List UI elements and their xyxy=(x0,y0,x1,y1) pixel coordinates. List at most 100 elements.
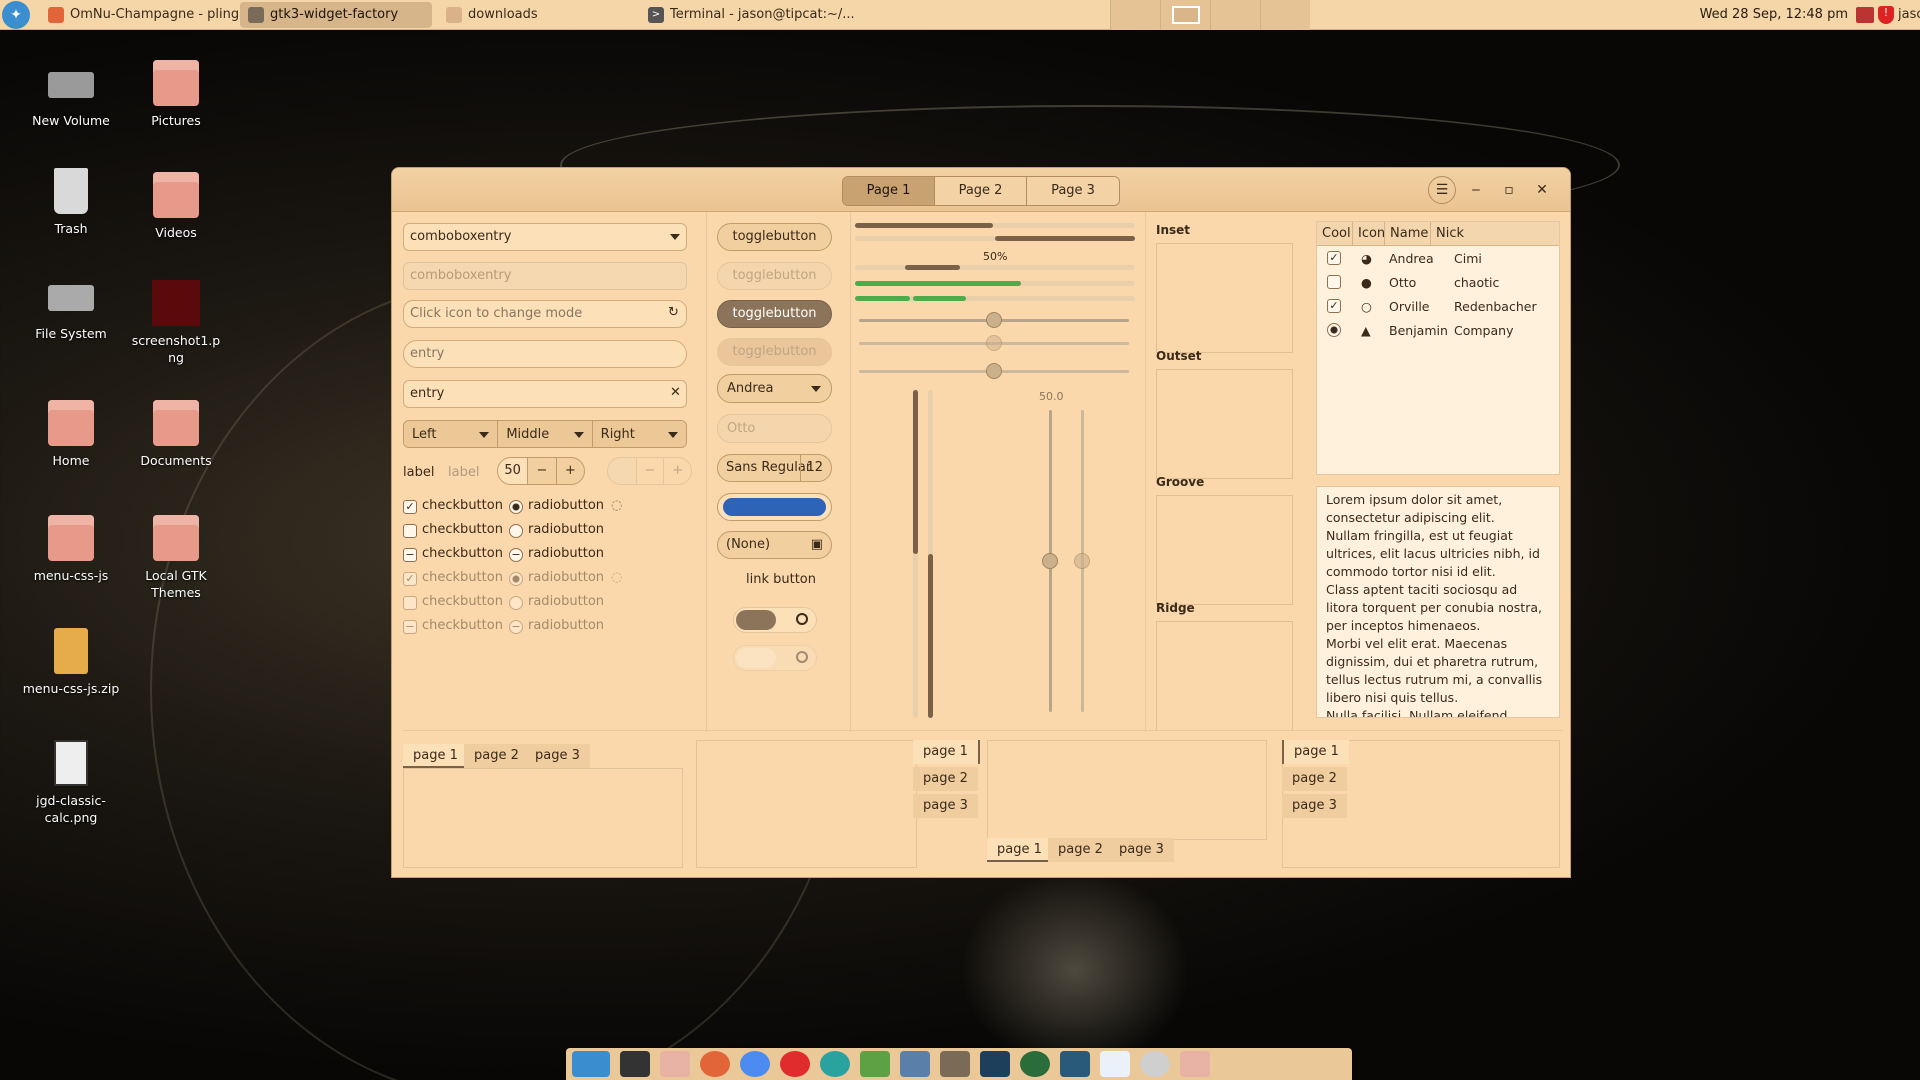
terminal-icon[interactable] xyxy=(620,1051,650,1077)
comboboxentry-1[interactable]: comboboxentry xyxy=(403,223,687,251)
color-button[interactable] xyxy=(717,493,832,521)
notebook-tab[interactable]: page 2 xyxy=(464,744,529,768)
table-row[interactable]: ▲ Benjamin Company xyxy=(1317,318,1559,342)
security-icon[interactable]: ! xyxy=(1878,5,1894,24)
workspace-4[interactable] xyxy=(1260,0,1310,30)
desktop-pictures[interactable]: Pictures xyxy=(126,60,226,129)
inkscape-icon[interactable] xyxy=(980,1051,1010,1077)
minus-icon[interactable]: − xyxy=(527,458,555,484)
tab-page-1[interactable]: Page 1 xyxy=(843,177,935,205)
desktop-documents[interactable]: Documents xyxy=(126,400,226,469)
workspace-2[interactable] xyxy=(1160,0,1210,30)
desktop-home[interactable]: Home xyxy=(21,400,121,469)
combo-left[interactable]: Left xyxy=(404,421,499,447)
tab-page-2[interactable]: Page 2 xyxy=(935,177,1027,205)
switch-on[interactable] xyxy=(733,607,817,633)
clear-icon[interactable]: ✕ xyxy=(670,385,681,400)
window-manager-icon[interactable] xyxy=(1100,1051,1130,1077)
menu-icon[interactable]: ☰ xyxy=(1428,176,1456,204)
refresh-icon[interactable]: ↻ xyxy=(668,305,679,320)
check-box[interactable]: ✓ xyxy=(1327,251,1341,265)
fish-icon[interactable] xyxy=(900,1051,930,1077)
desktop-trash[interactable]: Trash xyxy=(21,168,121,237)
opera-icon[interactable] xyxy=(780,1051,810,1077)
search-icon[interactable] xyxy=(1140,1051,1170,1077)
text-view[interactable]: Lorem ipsum dolor sit amet, consectetur … xyxy=(1316,486,1560,718)
user-name[interactable]: jason xyxy=(1898,7,1920,22)
file-manager-icon[interactable] xyxy=(660,1051,690,1077)
notebook-tab[interactable]: page 1 xyxy=(1282,740,1349,764)
globe-icon[interactable] xyxy=(1020,1051,1050,1077)
firefox-icon[interactable] xyxy=(700,1051,730,1077)
font-button[interactable]: Sans Regular 12 xyxy=(717,454,832,482)
minimize-icon[interactable]: ‒ xyxy=(1462,176,1490,204)
scale-knob[interactable] xyxy=(986,363,1002,379)
radio-button[interactable] xyxy=(509,500,523,514)
desktop-screenshot[interactable]: screenshot1.png xyxy=(126,280,226,366)
check-box[interactable]: ✓ xyxy=(1327,299,1341,313)
notebook-tab[interactable]: page 3 xyxy=(525,744,590,768)
task-downloads[interactable]: downloads xyxy=(438,2,630,28)
network-icon[interactable] xyxy=(1856,6,1874,23)
tab-page-3[interactable]: Page 3 xyxy=(1027,177,1119,205)
file-chooser-button[interactable]: (None) ▣ xyxy=(717,531,832,559)
task-terminal[interactable]: > Terminal - jason@tipcat:~/... xyxy=(640,2,860,28)
spin-button[interactable]: 50 − + xyxy=(497,457,585,485)
combo-right[interactable]: Right xyxy=(592,421,686,447)
workspace-1[interactable] xyxy=(1110,0,1160,30)
check-box[interactable]: − xyxy=(403,548,417,562)
scale-knob[interactable] xyxy=(986,312,1002,328)
workspace-3[interactable] xyxy=(1210,0,1260,30)
check-box[interactable] xyxy=(403,524,417,538)
notebook-tab[interactable]: page 2 xyxy=(1282,767,1347,791)
clock[interactable]: Wed 28 Sep, 12:48 pm xyxy=(1692,7,1856,22)
app-icon[interactable] xyxy=(1060,1051,1090,1077)
togglebutton-3[interactable]: togglebutton xyxy=(717,300,832,328)
radio-button[interactable] xyxy=(509,524,523,538)
start-menu-icon[interactable]: ✦ xyxy=(2,0,30,29)
entry-placeholder[interactable]: entry xyxy=(403,340,687,368)
gimp-icon[interactable] xyxy=(940,1051,970,1077)
desktop-file-system[interactable]: File System xyxy=(21,285,121,342)
chevron-down-icon[interactable] xyxy=(670,234,680,240)
desktop-icon[interactable] xyxy=(572,1051,610,1077)
link-button[interactable]: link button xyxy=(746,572,816,587)
radio-button[interactable]: − xyxy=(509,548,523,562)
desktop-videos[interactable]: Videos xyxy=(126,172,226,241)
togglebutton-1[interactable]: togglebutton xyxy=(717,223,832,251)
desktop-zip[interactable]: menu-css-js.zip xyxy=(21,628,121,697)
table-row[interactable]: ● Otto chaotic xyxy=(1317,270,1559,294)
combo-andrea[interactable]: Andrea xyxy=(717,374,832,403)
scale-knob[interactable] xyxy=(1042,553,1058,569)
combo-middle[interactable]: Middle xyxy=(498,421,593,447)
desktop-local-gtk-themes[interactable]: Local GTK Themes xyxy=(126,515,226,601)
folder-icon[interactable] xyxy=(1180,1051,1210,1077)
editor-icon[interactable] xyxy=(860,1051,890,1077)
notebook-tab[interactable]: page 3 xyxy=(1282,794,1347,818)
close-icon[interactable]: ✕ xyxy=(1528,176,1556,204)
desktop-new-volume[interactable]: New Volume xyxy=(21,60,121,129)
table-row[interactable]: ✓ ◕ Andrea Cimi xyxy=(1317,246,1559,270)
notebook-tab[interactable]: page 1 xyxy=(913,740,980,764)
desktop-menu-css-js[interactable]: menu-css-js xyxy=(21,515,121,584)
task-widget-factory[interactable]: gtk3-widget-factory xyxy=(240,1,432,28)
notebook-tab[interactable]: page 3 xyxy=(1109,838,1174,862)
plus-icon[interactable]: + xyxy=(555,458,584,484)
task-browser[interactable]: OmNu-Champagne - pling.... xyxy=(40,2,240,28)
notebook-tab[interactable]: page 2 xyxy=(1048,838,1113,862)
mode-entry[interactable]: Click icon to change mode ↻ xyxy=(403,300,687,328)
table-row[interactable]: ✓ ○ Orville Redenbacher xyxy=(1317,294,1559,318)
check-box[interactable]: ✓ xyxy=(403,500,417,514)
notebook-tab[interactable]: page 1 xyxy=(403,744,468,768)
radio-button[interactable] xyxy=(1327,323,1341,337)
notebook-tab[interactable]: page 2 xyxy=(913,767,978,791)
desktop-calc[interactable]: jgd-classic-calc.png xyxy=(21,740,121,826)
check-box[interactable] xyxy=(1327,275,1341,289)
atom-icon[interactable] xyxy=(820,1051,850,1077)
scale-knob[interactable] xyxy=(1074,553,1090,569)
maximize-icon[interactable]: ▫ xyxy=(1495,176,1523,204)
notebook-tab[interactable]: page 1 xyxy=(987,838,1052,862)
entry-field[interactable]: entry ✕ xyxy=(403,380,687,408)
chrome-icon[interactable] xyxy=(740,1051,770,1077)
notebook-tab[interactable]: page 3 xyxy=(913,794,978,818)
